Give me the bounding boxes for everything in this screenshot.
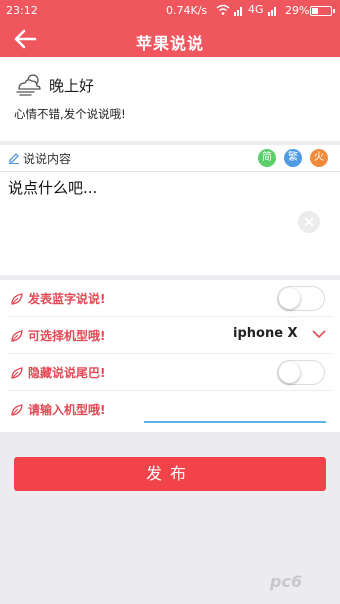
app-header: 苹果说说 (0, 22, 340, 57)
signal-icon (267, 6, 276, 16)
network-speed: 0.74K/s (166, 4, 208, 17)
status-time: 23:12 (6, 4, 38, 17)
watermark: pc6 (270, 572, 303, 591)
option-model-input: 请输入机型哦! (0, 391, 340, 428)
pen-icon (9, 153, 19, 164)
leaf-icon (11, 293, 23, 305)
model-select-value[interactable]: iphone X (233, 326, 298, 341)
option-label: 发表蓝字说说! (28, 292, 106, 306)
simplified-button[interactable]: 简 (258, 149, 276, 167)
martian-text-button[interactable]: 火 (310, 149, 328, 167)
option-hide-tail: 隐藏说说尾巴! (0, 354, 340, 391)
toggle-knob (279, 362, 300, 383)
post-content-panel: 说说内容 简 繁 火 说点什么吧... (0, 145, 340, 275)
option-model-select[interactable]: 可选择机型哦! iphone X (0, 317, 340, 354)
leaf-icon (11, 404, 23, 416)
publish-button[interactable]: 发布 (14, 457, 326, 491)
page-title: 苹果说说 (135, 34, 204, 53)
model-input[interactable] (144, 421, 326, 423)
wifi-icon (216, 4, 230, 15)
divider (0, 171, 340, 172)
status-bar: 23:12 0.74K/s 4G 29% (0, 0, 340, 22)
post-text-area[interactable]: 说点什么吧... (8, 177, 97, 198)
post-content-label: 说说内容 (23, 152, 72, 166)
option-label: 请输入机型哦! (28, 403, 106, 417)
leaf-icon (11, 330, 23, 342)
option-label: 可选择机型哦! (28, 329, 106, 343)
battery-icon (310, 6, 335, 16)
option-label: 隐藏说说尾巴! (28, 366, 106, 380)
toggle-knob (279, 288, 300, 309)
greeting-title: 晚上好 (49, 77, 95, 95)
options-panel: 发表蓝字说说! 可选择机型哦! iphone X 隐藏说说尾巴! 请输入机型哦! (0, 280, 340, 432)
chevron-down-icon[interactable] (312, 329, 326, 339)
hide-tail-toggle[interactable] (277, 360, 325, 385)
network-type: 4G (248, 3, 264, 16)
cloud-wind-icon (16, 74, 41, 96)
signal-icon (234, 6, 242, 16)
clear-icon[interactable] (298, 211, 320, 233)
leaf-icon (11, 367, 23, 379)
greeting-panel: 晚上好 心情不错,发个说说哦! (0, 57, 340, 141)
status-icons: 4G (216, 3, 278, 16)
option-blue-text: 发表蓝字说说! (0, 280, 340, 317)
traditional-button[interactable]: 繁 (284, 149, 302, 167)
greeting-subtitle: 心情不错,发个说说哦! (14, 107, 126, 121)
battery-percent: 29% (285, 4, 310, 17)
blue-text-toggle[interactable] (277, 286, 325, 311)
